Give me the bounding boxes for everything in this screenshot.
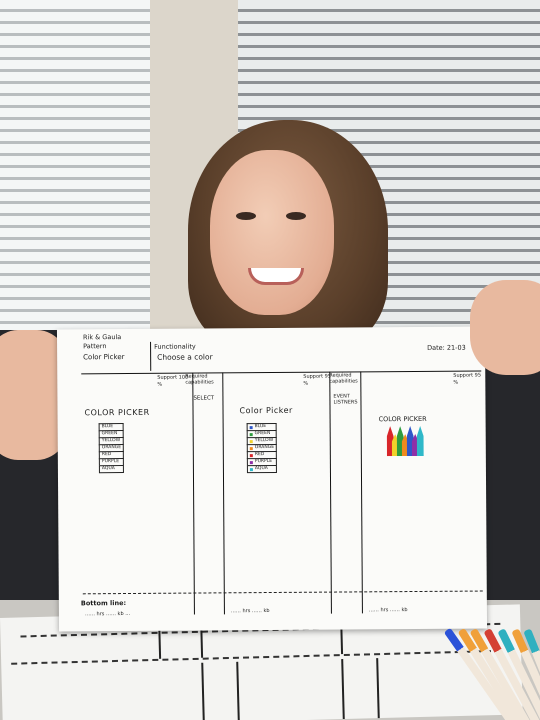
color-picker-title-3: COLOR PICKER	[378, 414, 427, 424]
color-swatch	[249, 467, 253, 471]
capabilities-label-2: Required capabilities	[329, 372, 358, 385]
column-line	[236, 661, 240, 720]
person-face	[210, 150, 334, 315]
color-list-label: AQUA	[254, 466, 268, 472]
footer-estimate-1: …… hrs …… kb …	[84, 610, 131, 618]
color-list-item[interactable]: AQUA	[246, 464, 278, 474]
pencil-aqua	[417, 426, 424, 456]
footer-estimate-2: …… hrs …… kb	[230, 608, 270, 615]
right-hand	[470, 280, 540, 375]
left-eye	[236, 212, 256, 220]
color-list-1: BLUE GREEN YELLOW ORANGE RED PURPLE AQUA	[98, 423, 125, 474]
column-line	[329, 371, 332, 614]
right-eye	[286, 212, 306, 220]
date: Date: 21-03	[427, 343, 466, 352]
column-line	[222, 372, 225, 615]
color-list-item[interactable]: AQUA	[98, 465, 125, 474]
marker-pens	[435, 620, 540, 720]
dashed-line	[11, 649, 502, 665]
color-swatch	[249, 460, 253, 464]
color-swatch	[249, 432, 253, 436]
color-swatch	[249, 425, 253, 429]
bottom-dashed-line	[82, 590, 483, 595]
color-picker-title-1: COLOR PICKER	[84, 407, 150, 418]
header-line	[81, 370, 482, 375]
column-line	[341, 659, 345, 720]
window-blinds-left	[0, 0, 150, 350]
column-line	[192, 372, 195, 615]
capabilities-value-1: SELECT	[193, 395, 215, 402]
column-line	[201, 662, 205, 720]
color-swatch	[249, 439, 253, 443]
header-divider	[150, 341, 152, 371]
column-line	[360, 371, 363, 614]
pattern-value: Color Picker	[83, 353, 125, 362]
column-line	[376, 658, 380, 719]
photo-scene: Rik & Gaula Pattern Color Picker Functio…	[0, 0, 540, 720]
functionality-label: Functionality	[154, 342, 196, 351]
paper-prototype-sheet: Rik & Gaula Pattern Color Picker Functio…	[56, 326, 488, 632]
color-list-label: AQUA	[101, 466, 115, 472]
color-list-2: BLUE GREEN YELLOW ORANGE RED PURPLE AQUA	[246, 422, 278, 474]
bottom-line-label: Bottom line:	[80, 599, 127, 608]
smile	[248, 268, 304, 285]
color-picker-title-2: Color Picker	[239, 405, 293, 416]
color-swatch	[249, 446, 253, 450]
pattern-label: Pattern	[83, 342, 107, 351]
capabilities-value-2: EVENT LISTNERS	[333, 393, 358, 406]
footer-estimate-3: …… hrs …… kb	[368, 607, 408, 614]
functionality-value: Choose a color	[157, 352, 213, 362]
color-swatch	[249, 453, 253, 457]
support-label-3: Support 95 %	[453, 372, 482, 386]
colored-pencils-drawing	[387, 426, 424, 456]
capabilities-label-1: Required capabilities	[185, 373, 214, 386]
authors: Rik & Gaula	[82, 333, 122, 342]
